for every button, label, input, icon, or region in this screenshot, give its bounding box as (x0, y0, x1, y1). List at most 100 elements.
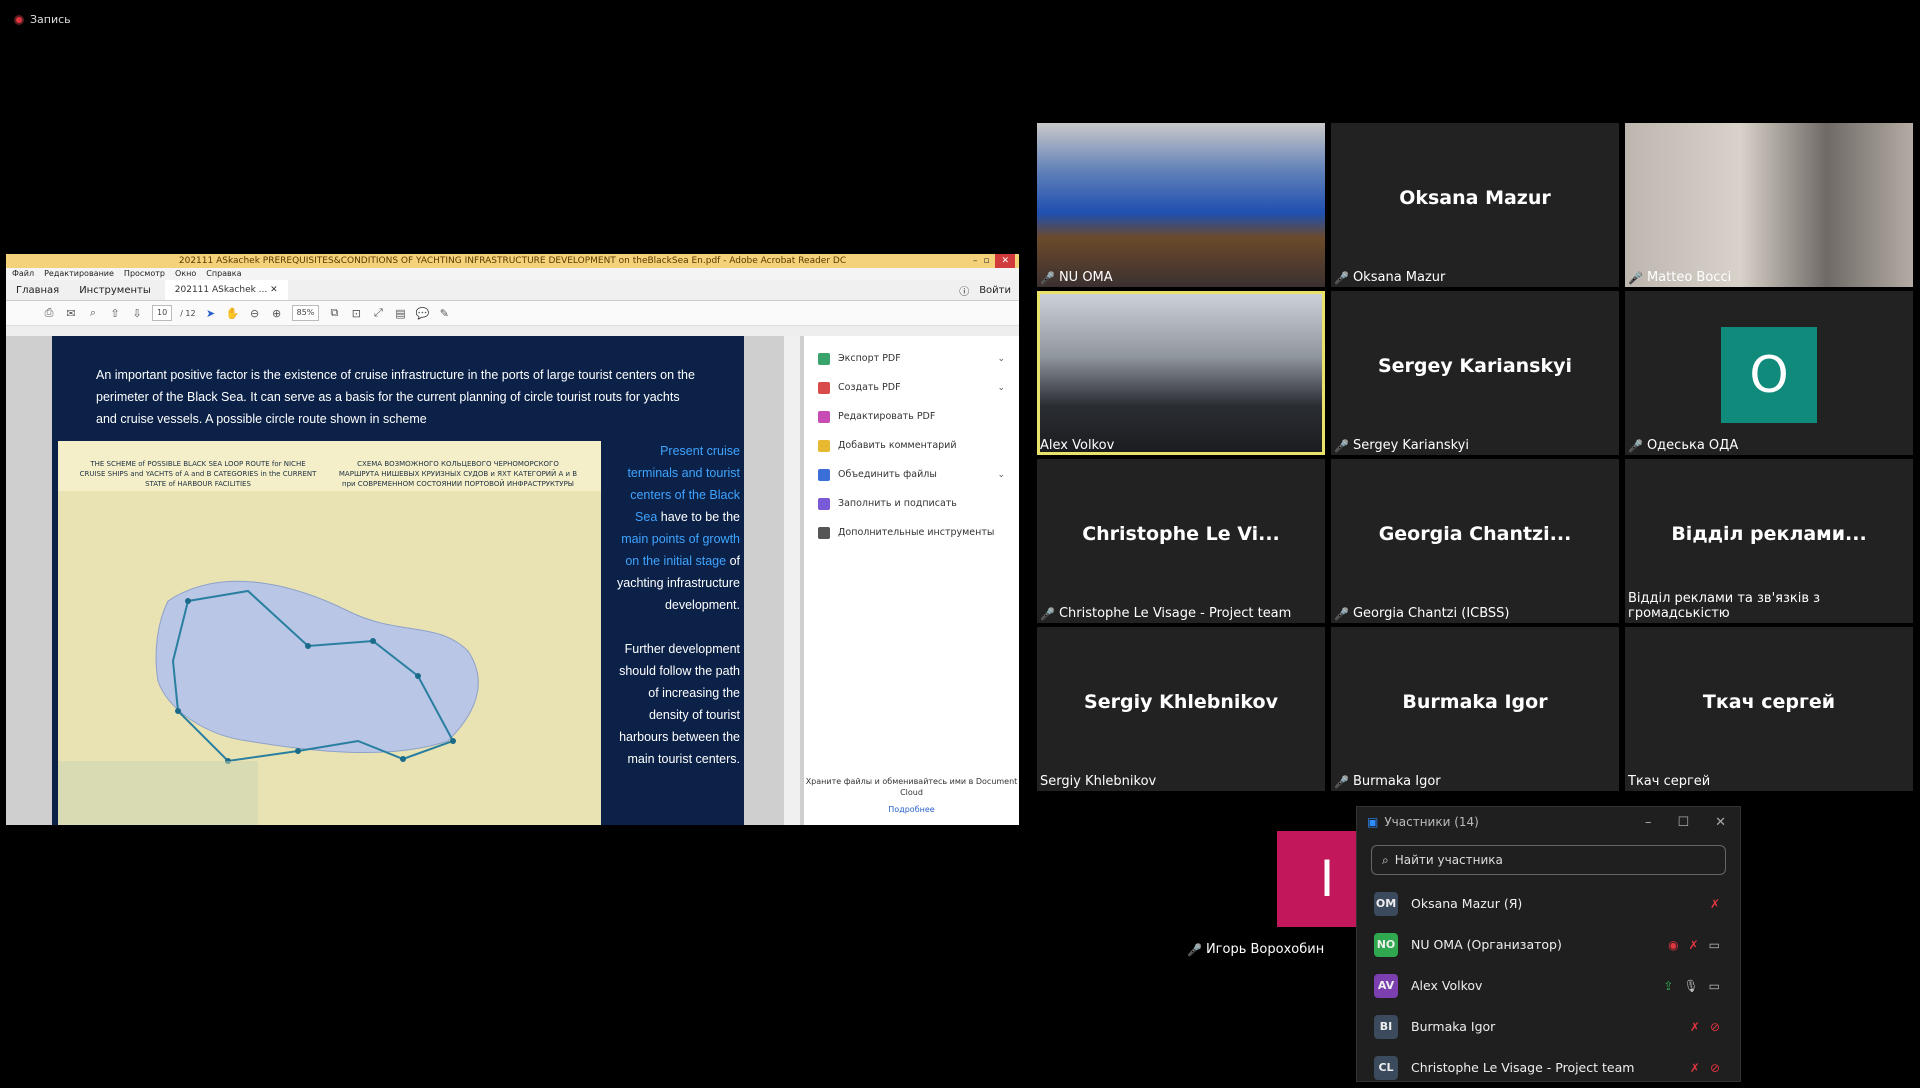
participant-name: Oksana Mazur (Я) (1411, 896, 1523, 911)
select-cursor-icon[interactable]: ➤ (204, 306, 218, 320)
tile-label-text: Matteo Bocci (1646, 270, 1732, 285)
tool-item[interactable]: Добавить комментарий (804, 431, 1019, 460)
participant-row[interactable]: CL Christophe Le Visage - Project team ✗ ⊘ (1357, 1047, 1740, 1088)
email-icon[interactable]: ✉ (64, 306, 78, 320)
participant-tile[interactable]: Burmaka Igor 🎤 Burmaka Igor (1331, 627, 1619, 791)
zoom-in-icon[interactable]: ⊕ (270, 306, 284, 320)
tool-icon (818, 497, 830, 510)
tile-label: 🎤 Georgia Chantzi (ICBSS) (1334, 606, 1510, 621)
participant-tile[interactable]: O 🎤 Одеська ОДА (1625, 291, 1913, 455)
page-up-icon[interactable]: ⇧ (108, 306, 122, 320)
tile-label-text: Одеська ОДА (1646, 438, 1739, 453)
tile-name: Georgia Chantzi... (1378, 523, 1572, 545)
video-off-icon[interactable]: ⊘ (1710, 1061, 1720, 1075)
search-placeholder: Найти участника (1394, 853, 1503, 867)
participant-tile[interactable]: Alex Volkov (1037, 291, 1325, 455)
menu-window[interactable]: Окно (175, 268, 196, 280)
close-tab-icon[interactable]: ✕ (270, 285, 278, 295)
close-icon[interactable]: ✕ (995, 254, 1015, 268)
participant-search[interactable]: ⌕ Найти участника (1371, 845, 1726, 875)
participant-tile[interactable]: Sergiy Khlebnikov Sergiy Khlebnikov (1037, 627, 1325, 791)
search-icon: ⌕ (1382, 852, 1389, 867)
tile-label: Sergiy Khlebnikov (1040, 774, 1156, 789)
tab-home[interactable]: Главная (6, 285, 69, 296)
tool-item[interactable]: Объединить файлы ⌄ (804, 460, 1019, 489)
hand-icon[interactable]: ✋ (226, 306, 240, 320)
page-number-input[interactable]: 10 (152, 305, 173, 321)
video-icon[interactable]: ▭ (1709, 938, 1720, 952)
stamp-icon[interactable]: ▤ (393, 306, 407, 320)
maximize-icon[interactable]: ☐ (1677, 815, 1689, 830)
menu-help[interactable]: Справка (206, 268, 241, 280)
zoom-out-icon[interactable]: ⊖ (248, 306, 262, 320)
participant-tile[interactable]: Oksana Mazur 🎤 Oksana Mazur (1331, 123, 1619, 287)
vertical-scrollbar[interactable] (784, 336, 800, 825)
record-icon[interactable]: ◉ (1668, 938, 1678, 952)
avatar: NO (1374, 932, 1398, 957)
tile-label: 🎤 Sergey Karianskyi (1334, 438, 1469, 453)
mic-off-icon[interactable]: ✗ (1710, 897, 1720, 911)
tile-label-text: Christophe Le Visage - Project team (1058, 606, 1292, 621)
tool-item[interactable]: Заполнить и подписать (804, 489, 1019, 518)
mic-off-icon[interactable]: ✗ (1690, 1061, 1700, 1075)
crop-icon[interactable]: ⧉ (327, 306, 341, 320)
participant-tile[interactable]: 🎤 Matteo Bocci (1625, 123, 1913, 287)
chevron-down-icon[interactable]: ⌄ (997, 354, 1005, 364)
participant-row[interactable]: BI Burmaka Igor ✗ ⊘ (1357, 1006, 1740, 1047)
video-off-icon[interactable]: ⊘ (1710, 1020, 1720, 1034)
fullscreen-icon[interactable]: ⤢ (371, 306, 385, 320)
chevron-down-icon[interactable]: ⌄ (997, 470, 1005, 480)
participant-row[interactable]: OM Oksana Mazur (Я) ✗ (1357, 883, 1740, 924)
menu-view[interactable]: Просмотр (124, 268, 165, 280)
signin-button[interactable]: Войти (979, 285, 1011, 296)
participant-status-icons: ✗ ⊘ (1690, 1020, 1720, 1034)
participant-status-icons: ⇪ 🎙 ▭ (1663, 979, 1720, 993)
mic-off-icon: 🎤 (1040, 270, 1055, 285)
print-icon[interactable]: ⎙ (42, 306, 56, 320)
tile-label: 🎤 Игорь Ворохобин (1187, 942, 1324, 957)
mic-off-icon[interactable]: ✗ (1690, 1020, 1700, 1034)
fit-page-icon[interactable]: ⊡ (349, 306, 363, 320)
tool-item[interactable]: Создать PDF ⌄ (804, 373, 1019, 402)
tool-label: Экспорт PDF (838, 353, 901, 364)
participant-tile[interactable]: Christophe Le Vi... 🎤 Christophe Le Visage… (1037, 459, 1325, 623)
participant-tile[interactable]: 🎤 NU OMA (1037, 123, 1325, 287)
menu-file[interactable]: Файл (12, 268, 34, 280)
page-down-icon[interactable]: ⇩ (130, 306, 144, 320)
tool-item[interactable]: Экспорт PDF ⌄ (804, 344, 1019, 373)
tool-item[interactable]: Дополнительные инструменты (804, 518, 1019, 547)
mic-icon[interactable]: 🎙 (1683, 979, 1698, 993)
share-icon[interactable]: ⇪ (1663, 979, 1673, 993)
close-icon[interactable]: ✕ (1715, 815, 1726, 830)
recording-label: Запись (30, 13, 71, 26)
tile-label-text: Игорь Ворохобин (1205, 942, 1325, 957)
participant-row[interactable]: NO NU OMA (Организатор) ◉ ✗ ▭ (1357, 924, 1740, 965)
tab-tools[interactable]: Инструменты (69, 285, 161, 296)
minimize-icon[interactable]: – (1645, 815, 1652, 830)
participant-tile[interactable]: Sergey Karianskyi 🎤 Sergey Karianskyi (1331, 291, 1619, 455)
mic-off-icon: 🎤 (1334, 270, 1349, 285)
zoom-select[interactable]: 85% (291, 305, 320, 321)
video-icon[interactable]: ▭ (1709, 979, 1720, 993)
menu-edit[interactable]: Редактирование (44, 268, 114, 280)
maximize-icon[interactable]: ▫ (983, 254, 989, 268)
participant-tile[interactable]: Ткач сергей Ткач сергей (1625, 627, 1913, 791)
comment-icon[interactable]: 💬 (415, 306, 430, 320)
chevron-down-icon[interactable]: ⌄ (997, 383, 1005, 393)
participant-tile[interactable]: Відділ реклами... Відділ реклами та зв'яз… (1625, 459, 1913, 623)
cloud-link[interactable]: Подробнее (804, 804, 1019, 815)
minimize-icon[interactable]: – (973, 254, 978, 268)
participant-row[interactable]: AV Alex Volkov ⇪ 🎙 ▭ (1357, 965, 1740, 1006)
tile-name: Відділ реклами... (1671, 523, 1867, 545)
help-icon[interactable]: ⓘ (959, 283, 969, 298)
participant-tile[interactable]: Georgia Chantzi... 🎤 Georgia Chantzi (ICBS… (1331, 459, 1619, 623)
tool-item[interactable]: Редактировать PDF (804, 402, 1019, 431)
search-icon[interactable]: ⌕ (86, 306, 100, 320)
pen-icon[interactable]: ✎ (437, 306, 451, 320)
tile-label-text: Oksana Mazur (1352, 270, 1446, 285)
mic-off-icon[interactable]: ✗ (1689, 938, 1699, 952)
tab-document[interactable]: 202111 ASkachek ... ✕ (164, 280, 288, 300)
map-graphic (58, 491, 601, 825)
document-viewport[interactable]: An important positive factor is the exis… (6, 336, 804, 825)
zoom-icon: ▣ (1367, 815, 1379, 829)
